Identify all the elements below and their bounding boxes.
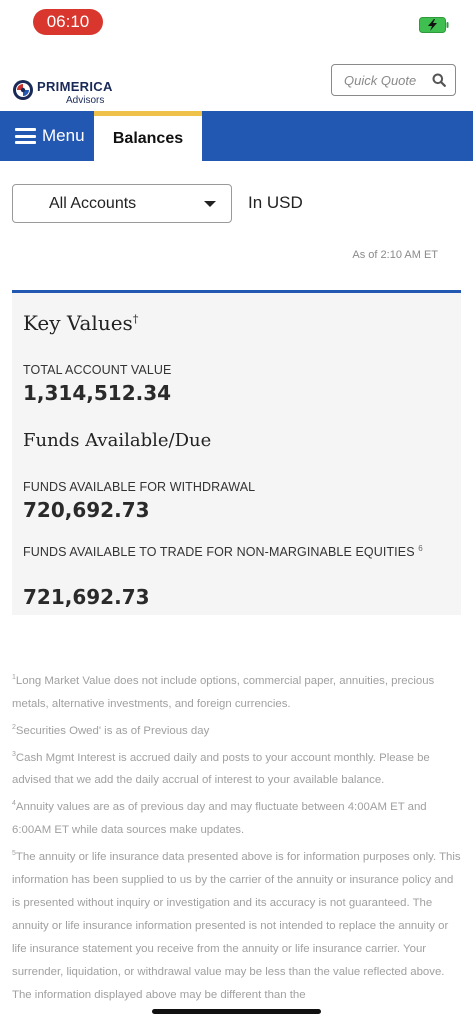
- funds-withdrawal-label: FUNDS AVAILABLE FOR WITHDRAWAL: [23, 480, 256, 494]
- primerica-logo-icon: [13, 80, 33, 100]
- tab-balances[interactable]: Balances: [94, 111, 202, 161]
- nav-bar: Menu Balances: [0, 111, 473, 161]
- total-account-value: 1,314,512.34: [23, 381, 172, 405]
- status-bar: 06:10: [0, 0, 473, 50]
- footnote-2: 2Securities Owed' is as of Previous day: [12, 716, 464, 743]
- footnote-text: Cash Mgmt Interest is accrued daily and …: [12, 751, 430, 787]
- key-values-title: Key Values†: [23, 311, 138, 335]
- footnotes: 1Long Market Value does not include opti…: [12, 666, 464, 1007]
- as-of-timestamp: As of 2:10 AM ET: [352, 249, 438, 261]
- funds-trade-label-text: FUNDS AVAILABLE TO TRADE FOR NON-MARGINA…: [23, 545, 415, 560]
- search-icon[interactable]: [423, 64, 455, 96]
- footnote-text: The annuity or life insurance data prese…: [12, 850, 461, 1001]
- footnote-1: 1Long Market Value does not include opti…: [12, 666, 464, 716]
- funds-withdrawal-value: 720,692.73: [23, 498, 150, 522]
- total-account-value-label: TOTAL ACCOUNT VALUE: [23, 363, 172, 377]
- app-header: PRIMERICA Advisors Quick Quote: [0, 60, 473, 112]
- footnote-3: 3Cash Mgmt Interest is accrued daily and…: [12, 743, 464, 793]
- key-values-title-text: Key Values: [23, 311, 133, 335]
- footnote-4: 4Annuity values are as of previous day a…: [12, 792, 464, 842]
- menu-label: Menu: [42, 126, 85, 145]
- key-values-panel: Key Values† TOTAL ACCOUNT VALUE 1,314,51…: [12, 290, 461, 615]
- footnote-ref-6[interactable]: 6: [418, 544, 423, 553]
- funds-trade-label: FUNDS AVAILABLE TO TRADE FOR NON-MARGINA…: [23, 544, 423, 559]
- home-indicator[interactable]: [152, 1009, 321, 1014]
- funds-trade-value: 721,692.73: [23, 585, 150, 609]
- footnote-text: Securities Owed' is as of Previous day: [15, 724, 210, 737]
- menu-button[interactable]: Menu: [15, 111, 85, 161]
- account-dropdown[interactable]: All Accounts: [12, 184, 232, 223]
- footnote-text: Annuity values are as of previous day an…: [12, 801, 427, 837]
- funds-available-title: Funds Available/Due: [23, 430, 212, 451]
- quick-quote-search[interactable]: Quick Quote: [331, 64, 456, 96]
- hamburger-icon: [15, 128, 36, 144]
- battery-charging-icon: [419, 17, 449, 33]
- caret-down-icon: [204, 201, 216, 207]
- footnote-5: 5The annuity or life insurance data pres…: [12, 842, 464, 1007]
- footnote-text: Long Market Value does not include optio…: [12, 674, 435, 710]
- brand-name: PRIMERICA: [37, 79, 113, 94]
- dagger-mark: †: [132, 312, 139, 326]
- primerica-logo[interactable]: PRIMERICA Advisors: [12, 76, 122, 110]
- status-time: 06:10: [33, 9, 103, 35]
- brand-sub: Advisors: [66, 95, 105, 106]
- account-dropdown-value: All Accounts: [49, 194, 137, 212]
- currency-label: In USD: [248, 193, 303, 212]
- quick-quote-input[interactable]: Quick Quote: [344, 73, 423, 88]
